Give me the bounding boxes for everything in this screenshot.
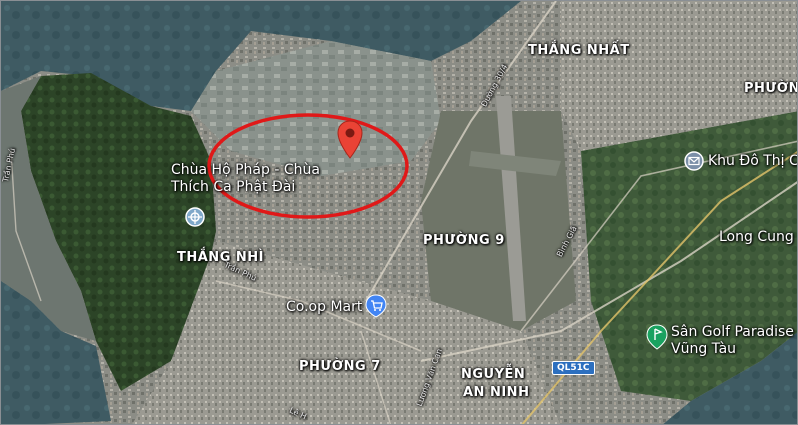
poi-label-long-cung[interactable]: Long Cung [719, 229, 794, 246]
poi-label-golf-line1[interactable]: Sân Golf Paradise [671, 324, 794, 341]
poi-label-golf-line2[interactable]: Vũng Tàu [671, 341, 736, 358]
mail-icon[interactable] [684, 151, 704, 171]
district-thang-nhi: THẮNG NHÌ [177, 250, 264, 265]
district-phuong-7: PHƯỜNG 7 [299, 359, 381, 374]
location-pin-icon[interactable] [337, 120, 363, 160]
poi-label-khu-do-thi[interactable]: Khu Đô Thị C [708, 153, 797, 170]
temple-icon[interactable] [185, 207, 205, 227]
district-an-ninh: AN NINH [463, 385, 530, 400]
shopping-cart-icon[interactable] [365, 294, 387, 318]
satellite-map[interactable]: THẮNG NHẤT PHƯỜNG THẮNG NHÌ PHƯỜNG 9 PHƯ… [0, 0, 798, 425]
poi-label-chua-line2[interactable]: Thích Ca Phật Đài [171, 179, 295, 196]
golf-icon[interactable] [646, 324, 668, 350]
district-thang-nhat: THẮNG NHẤT [528, 43, 630, 58]
district-phuong-top: PHƯỜNG [744, 81, 797, 96]
poi-label-coop-mart[interactable]: Co.op Mart [286, 299, 362, 316]
poi-label-chua-line1[interactable]: Chùa Hộ Pháp - Chùa [171, 162, 320, 179]
route-shield-ql51c: QL51C [552, 361, 595, 375]
district-nguyen: NGUYỄN [461, 367, 526, 382]
district-phuong-9: PHƯỜNG 9 [423, 233, 505, 248]
